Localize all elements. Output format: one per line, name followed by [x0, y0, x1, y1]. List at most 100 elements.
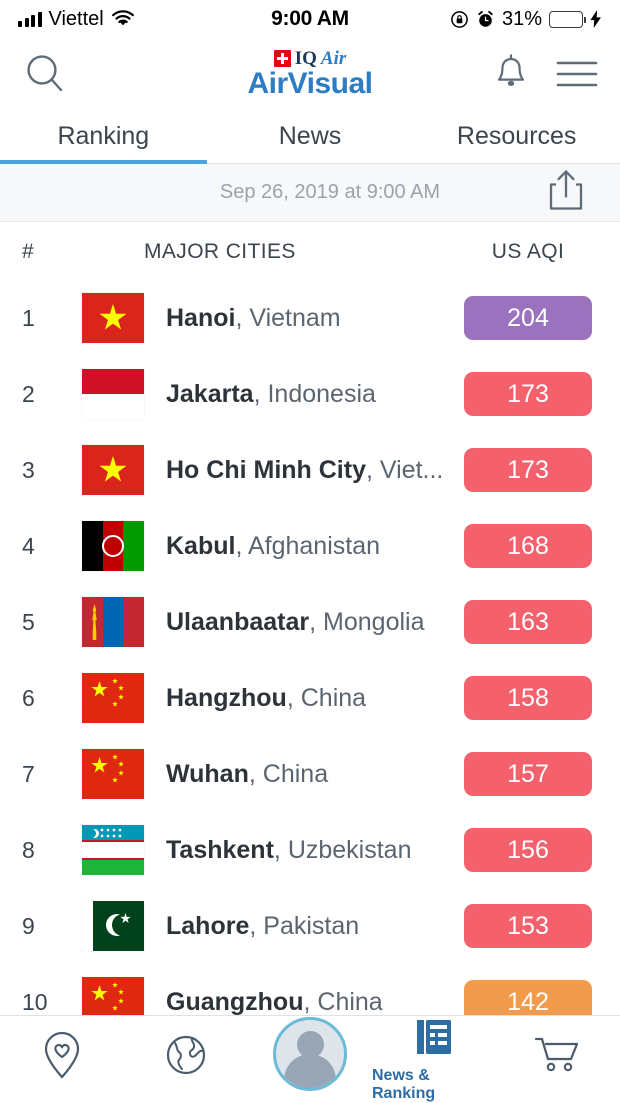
row-rank: 7: [22, 760, 35, 787]
status-bar-left: Viettel: [18, 8, 271, 31]
row-city-name: Ho Chi Minh City: [166, 455, 366, 484]
ranking-list[interactable]: # MAJOR CITIES US AQI 1 Hanoi, Vietnam 204…: [0, 224, 620, 1015]
header-city: MAJOR CITIES: [144, 240, 296, 263]
table-row[interactable]: 10 Guangzhou, China 142: [0, 964, 620, 1015]
table-row[interactable]: 6 Hangzhou, China 158: [0, 660, 620, 736]
row-rank: 9: [22, 912, 35, 939]
aqi-badge: 204: [464, 296, 592, 340]
date-bar: Sep 26, 2019 at 9:00 AM: [0, 164, 620, 222]
app-logo: IQ Air AirVisual: [248, 48, 374, 99]
row-city-name: Hanoi: [166, 303, 236, 332]
tab-ranking-label: Ranking: [57, 122, 150, 150]
row-flag: [82, 901, 144, 951]
row-city-name: Hangzhou: [166, 683, 287, 712]
table-row[interactable]: 2 Jakarta, Indonesia 173: [0, 356, 620, 432]
row-flag: [82, 673, 144, 723]
row-country-name: , China: [286, 683, 367, 712]
table-row[interactable]: 5 Ulaanbaatar, Mongolia 163: [0, 584, 620, 660]
carrier-label: Viettel: [48, 7, 104, 30]
share-icon[interactable]: [546, 168, 586, 217]
row-city: Kabul, Afghanistan: [144, 532, 464, 561]
tab-resources[interactable]: Resources: [413, 110, 620, 163]
row-country-name: , Viet...: [365, 455, 444, 484]
row-country-name: , Afghanistan: [235, 531, 381, 560]
row-country-name: , Pakistan: [249, 911, 360, 940]
row-city: Hanoi, Vietnam: [144, 304, 464, 333]
row-city-name: Lahore: [166, 911, 250, 940]
header-aqi: US AQI: [491, 240, 565, 263]
row-country-name: , China: [248, 759, 329, 788]
row-city-name: Tashkent: [166, 835, 274, 864]
row-city: Guangzhou, China: [144, 988, 464, 1016]
row-country-name: , Mongolia: [309, 607, 425, 636]
news-ranking-icon: [411, 1015, 457, 1064]
tab-ranking[interactable]: Ranking: [0, 110, 207, 164]
flag-china: [82, 673, 144, 723]
table-row[interactable]: 1 Hanoi, Vietnam 204: [0, 280, 620, 356]
timestamp-label: Sep 26, 2019 at 9:00 AM: [219, 181, 441, 203]
nav-profile[interactable]: [248, 1016, 372, 1102]
header-left: [22, 51, 248, 97]
status-bar: Viettel 9:00 AM 31%: [0, 0, 620, 38]
flag-china: [82, 749, 144, 799]
table-header-row: # MAJOR CITIES US AQI: [0, 224, 620, 280]
wifi-icon: [111, 10, 134, 26]
row-city: Ho Chi Minh City, Viet...: [144, 456, 464, 485]
table-row[interactable]: 8 Tashkent, Uzbekistan 156: [0, 812, 620, 888]
aqi-badge: 142: [464, 980, 592, 1015]
row-rank: 1: [22, 304, 35, 331]
rotation-lock-icon: [451, 10, 468, 28]
swiss-cross-icon: [273, 50, 291, 67]
shopping-cart-icon: [533, 1033, 583, 1082]
row-city-name: Wuhan: [166, 759, 249, 788]
row-city-name: Ulaanbaatar: [166, 607, 310, 636]
row-flag: [82, 445, 144, 495]
aqi-badge: 157: [464, 752, 592, 796]
aqi-badge: 158: [464, 676, 592, 720]
flag-indonesia: [82, 369, 144, 419]
tab-news-label: News: [278, 122, 342, 150]
row-flag: [82, 521, 144, 571]
header-right: [373, 53, 599, 95]
row-rank: 6: [22, 684, 35, 711]
table-row[interactable]: 9 Lahore, Pakistan 153: [0, 888, 620, 964]
bottom-navigation: News & Ranking: [0, 1015, 620, 1102]
row-country-name: , Vietnam: [235, 303, 341, 332]
aqi-badge: 153: [464, 904, 592, 948]
table-body: 1 Hanoi, Vietnam 204 2 Jakarta, Indonesia 173…: [0, 280, 620, 1015]
table-row[interactable]: 3 Ho Chi Minh City, Viet... 173: [0, 432, 620, 508]
bell-icon[interactable]: [492, 53, 530, 95]
nav-shop[interactable]: [496, 1016, 620, 1102]
globe-map-icon: [162, 1031, 210, 1084]
favorites-pin-heart-icon: [40, 1030, 84, 1085]
table-row[interactable]: 7 Wuhan, China 157: [0, 736, 620, 812]
row-flag: [82, 597, 144, 647]
row-flag: [82, 293, 144, 343]
app-header: IQ Air AirVisual: [0, 38, 620, 110]
row-city: Tashkent, Uzbekistan: [144, 836, 464, 865]
logo-air-text: Air: [320, 48, 347, 69]
flag-pakistan: [82, 901, 144, 951]
nav-map[interactable]: [124, 1016, 248, 1102]
nav-news-ranking[interactable]: News & Ranking: [372, 1016, 496, 1102]
tab-news[interactable]: News: [207, 110, 414, 163]
logo-iqair-line: IQ Air: [273, 48, 347, 69]
table-row[interactable]: 4 Kabul, Afghanistan 168: [0, 508, 620, 584]
nav-favorites[interactable]: [0, 1016, 124, 1102]
nav-news-ranking-label: News & Ranking: [372, 1067, 436, 1102]
row-country-name: , Uzbekistan: [273, 835, 412, 864]
aqi-badge: 163: [464, 600, 592, 644]
battery-percent-label: 31%: [501, 7, 542, 30]
aqi-badge: 173: [464, 448, 592, 492]
row-city: Ulaanbaatar, Mongolia: [144, 608, 464, 637]
charging-bolt-icon: [590, 10, 601, 28]
search-icon[interactable]: [22, 51, 68, 97]
signal-bars-icon: [18, 11, 42, 27]
row-flag: [82, 369, 144, 419]
hamburger-menu-icon[interactable]: [556, 58, 598, 90]
main-tabs: Ranking News Resources: [0, 110, 620, 164]
row-city: Lahore, Pakistan: [144, 912, 464, 941]
row-city-name: Jakarta: [166, 379, 254, 408]
row-flag: [82, 749, 144, 799]
flag-mongolia: [82, 597, 144, 647]
